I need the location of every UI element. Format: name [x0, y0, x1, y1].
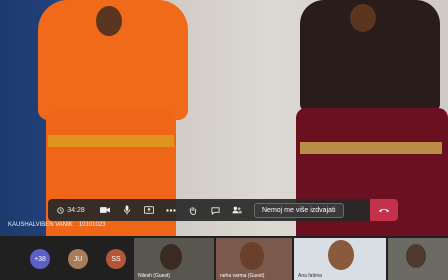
dancer-left-face	[96, 6, 122, 36]
chat-icon	[210, 206, 220, 215]
chat-button[interactable]	[204, 199, 226, 221]
clock-icon	[57, 206, 64, 214]
call-timer: 34:28	[48, 199, 94, 221]
more-icon	[166, 208, 176, 212]
participant-name: Nilesh (Guest)	[138, 273, 170, 279]
overflow-participants-button[interactable]: +38	[30, 249, 50, 269]
participant-face	[160, 244, 182, 270]
avatar[interactable]: JU	[68, 249, 88, 269]
more-button[interactable]	[160, 199, 182, 221]
participant-name: neha varma (Guest)	[220, 273, 265, 279]
dancer-right-face	[350, 4, 376, 32]
presenter-label: KAUSHALVIBEN VANIK 10101023	[8, 222, 106, 228]
dancer-right-band	[300, 142, 442, 154]
camera-icon	[100, 207, 110, 213]
participant-face	[406, 244, 426, 268]
participant-face	[328, 240, 354, 270]
presenter-name: KAUSHALVIBEN VANIK	[8, 222, 73, 228]
participant-thumbnail[interactable]	[388, 238, 448, 280]
people-button[interactable]	[226, 199, 248, 221]
share-icon	[144, 206, 154, 214]
stop-spotlight-button[interactable]: Nemoj me više izdvajati	[254, 202, 344, 218]
mic-icon	[123, 205, 131, 215]
avatar[interactable]: SS	[106, 249, 126, 269]
mic-button[interactable]	[116, 199, 138, 221]
raise-hand-icon	[189, 206, 197, 215]
raise-hand-button[interactable]	[182, 199, 204, 221]
hang-up-icon	[378, 208, 390, 213]
participant-thumbnail[interactable]: Ana fatima	[294, 238, 386, 280]
presenter-number: 10101023	[78, 222, 106, 228]
participant-thumbnail[interactable]: Nilesh (Guest)	[134, 238, 214, 280]
participant-name: Ana fatima	[298, 273, 322, 279]
camera-button[interactable]	[94, 199, 116, 221]
hang-up-button[interactable]	[370, 199, 398, 221]
people-icon	[232, 206, 242, 214]
share-button[interactable]	[138, 199, 160, 221]
participant-thumbnail[interactable]: neha varma (Guest)	[216, 238, 292, 280]
dancer-left-trim	[48, 135, 174, 147]
call-toolbar: 34:28 Nemoj me više izdvajati	[48, 199, 398, 221]
participant-face	[240, 242, 264, 270]
timer-text: 34:28	[67, 206, 85, 214]
